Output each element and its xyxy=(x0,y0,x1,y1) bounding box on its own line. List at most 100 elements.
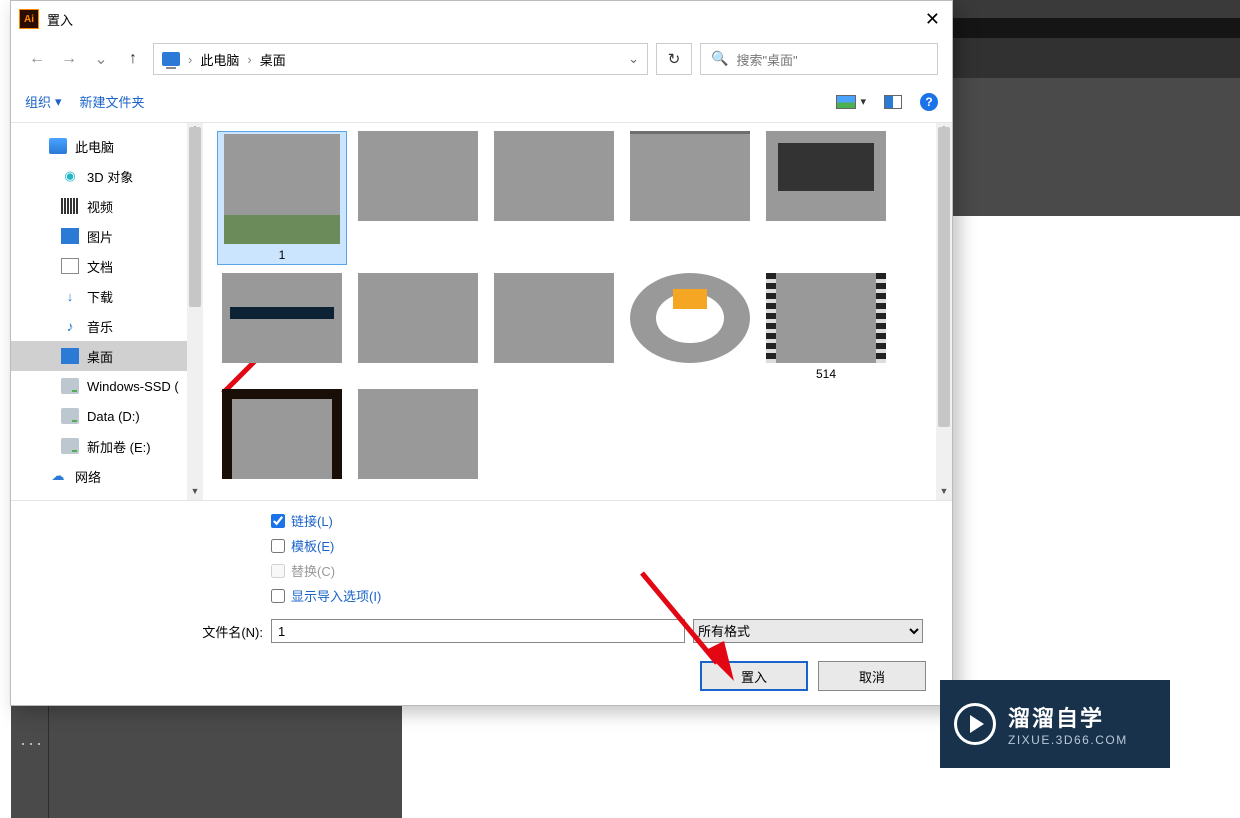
file-item[interactable]: 514 xyxy=(761,273,891,381)
dl-icon: ↓ xyxy=(61,288,79,304)
preview-pane-button[interactable] xyxy=(884,95,902,109)
doc-icon xyxy=(61,258,79,274)
sidebar-item-cube[interactable]: ◉ 3D 对象 xyxy=(11,161,187,191)
chevron-down-icon: ▾ xyxy=(55,94,62,110)
cancel-button[interactable]: 取消 xyxy=(818,661,926,691)
sidebar-scrollbar[interactable]: ▲▼ xyxy=(187,123,203,500)
help-button[interactable]: ? xyxy=(920,93,938,111)
file-thumbnail xyxy=(358,389,478,479)
search-input[interactable]: 🔍 搜索"桌面" xyxy=(700,43,938,75)
file-item[interactable] xyxy=(489,131,619,265)
new-folder-button[interactable]: 新建文件夹 xyxy=(80,92,145,111)
sidebar-item-label: 新加卷 (E:) xyxy=(87,437,151,456)
sidebar-item-pc[interactable]: 此电脑 xyxy=(11,131,187,161)
dialog-toolbar: 组织 ▾ 新建文件夹 ▾ ? xyxy=(11,81,952,123)
chevron-down-icon: ▾ xyxy=(860,95,866,108)
titlebar: Ai 置入 ✕ xyxy=(11,1,952,37)
sidebar-item-label: 图片 xyxy=(87,227,113,246)
checkbox-show-import-options[interactable]: 显示导入选项(I) xyxy=(271,586,928,605)
breadcrumb-current[interactable]: 桌面 xyxy=(260,50,286,69)
sidebar-item-drive[interactable]: Windows-SSD ( xyxy=(11,371,187,401)
sidebar-item-label: 网络 xyxy=(75,467,101,486)
sidebar-item-doc[interactable]: 文档 xyxy=(11,251,187,281)
vid-icon xyxy=(61,198,79,214)
sidebar-item-vid[interactable]: 视频 xyxy=(11,191,187,221)
nav-back-button[interactable]: ← xyxy=(25,47,49,71)
nav-recent-dropdown[interactable]: ⌄ xyxy=(89,47,113,71)
nav-forward-button[interactable]: → xyxy=(57,47,81,71)
sidebar-item-label: Windows-SSD ( xyxy=(87,379,179,394)
sidebar-item-img[interactable]: 图片 xyxy=(11,221,187,251)
chevron-right-icon: › xyxy=(188,52,192,67)
filetype-select[interactable]: 所有格式 xyxy=(693,619,923,643)
nav-row: ← → ⌄ ↑ › 此电脑 › 桌面 ⌄ ↻ 🔍 搜索"桌面" xyxy=(11,37,952,81)
desk-icon xyxy=(61,348,79,364)
sidebar-item-dl[interactable]: ↓ 下载 xyxy=(11,281,187,311)
dialog-title: 置入 xyxy=(47,10,73,29)
scroll-down-icon[interactable]: ▼ xyxy=(187,486,203,500)
watermark: 溜溜自学 ZIXUE.3D66.COM xyxy=(940,680,1170,768)
sidebar-item-drive[interactable]: Data (D:) xyxy=(11,401,187,431)
sidebar-item-label: 3D 对象 xyxy=(87,167,133,186)
pc-icon xyxy=(49,138,67,154)
checkbox-link[interactable]: 链接(L) xyxy=(271,511,928,530)
drive-icon xyxy=(61,408,79,424)
file-item[interactable] xyxy=(761,131,891,265)
place-dialog: Ai 置入 ✕ ← → ⌄ ↑ › 此电脑 › 桌面 ⌄ ↻ 🔍 搜索"桌面" … xyxy=(10,0,953,706)
filename-input[interactable] xyxy=(271,619,685,643)
sidebar-item-mus[interactable]: ♪音乐 xyxy=(11,311,187,341)
cube-icon: ◉ xyxy=(61,168,79,184)
file-thumbnail xyxy=(222,273,342,363)
breadcrumb[interactable]: › 此电脑 › 桌面 ⌄ xyxy=(153,43,648,75)
sidebar-item-label: 下载 xyxy=(87,287,113,306)
sidebar-item-label: 音乐 xyxy=(87,317,113,336)
file-thumbnail xyxy=(494,273,614,363)
checkbox-template[interactable]: 模板(E) xyxy=(271,536,928,555)
search-placeholder: 搜索"桌面" xyxy=(736,50,797,69)
sidebar-item-label: 视频 xyxy=(87,197,113,216)
breadcrumb-root[interactable]: 此电脑 xyxy=(200,50,239,69)
organize-button[interactable]: 组织 ▾ xyxy=(25,92,62,111)
nav-up-button[interactable]: ↑ xyxy=(121,47,145,71)
file-label: 1 xyxy=(279,244,286,262)
file-item[interactable] xyxy=(353,273,483,381)
file-thumbnail xyxy=(358,131,478,221)
file-item[interactable] xyxy=(353,131,483,265)
scroll-thumb[interactable] xyxy=(189,127,201,307)
watermark-subtitle: ZIXUE.3D66.COM xyxy=(1008,733,1128,747)
file-item[interactable] xyxy=(217,273,347,381)
sidebar-item-net[interactable]: ☁ 网络 xyxy=(11,461,187,491)
checkbox-replace: 替换(C) xyxy=(271,561,928,580)
file-item[interactable] xyxy=(489,273,619,381)
file-item[interactable] xyxy=(217,389,347,479)
file-thumbnail xyxy=(222,389,342,479)
net-icon: ☁ xyxy=(49,468,67,484)
file-item[interactable] xyxy=(625,131,755,265)
sidebar-item-label: 文档 xyxy=(87,257,113,276)
file-item[interactable] xyxy=(353,389,483,479)
view-mode-button[interactable]: ▾ xyxy=(836,95,866,109)
file-grid: 1514 xyxy=(203,123,936,500)
thumbnail-view-icon xyxy=(836,95,856,109)
sidebar-item-label: 此电脑 xyxy=(75,137,114,156)
filepane-scrollbar[interactable]: ▲▼ xyxy=(936,123,952,500)
place-button[interactable]: 置入 xyxy=(700,661,808,691)
sidebar-item-desk[interactable]: 桌面 xyxy=(11,341,187,371)
file-thumbnail xyxy=(630,273,750,363)
search-icon: 🔍 xyxy=(711,50,728,67)
ai-app-icon: Ai xyxy=(19,9,39,29)
breadcrumb-dropdown-icon[interactable]: ⌄ xyxy=(628,51,639,67)
play-icon xyxy=(954,703,996,745)
sidebar-item-label: Data (D:) xyxy=(87,409,140,424)
filename-label: 文件名(N): xyxy=(35,622,263,641)
file-label: 514 xyxy=(816,363,836,381)
scroll-down-icon[interactable]: ▼ xyxy=(936,486,952,500)
file-item[interactable] xyxy=(625,273,755,381)
sidebar-item-drive[interactable]: 新加卷 (E:) xyxy=(11,431,187,461)
scroll-thumb[interactable] xyxy=(938,127,950,427)
file-item[interactable]: 1 xyxy=(217,131,347,265)
drive-icon xyxy=(61,378,79,394)
close-button[interactable]: ✕ xyxy=(921,9,944,30)
refresh-button[interactable]: ↻ xyxy=(656,43,692,75)
file-thumbnail xyxy=(630,131,750,221)
